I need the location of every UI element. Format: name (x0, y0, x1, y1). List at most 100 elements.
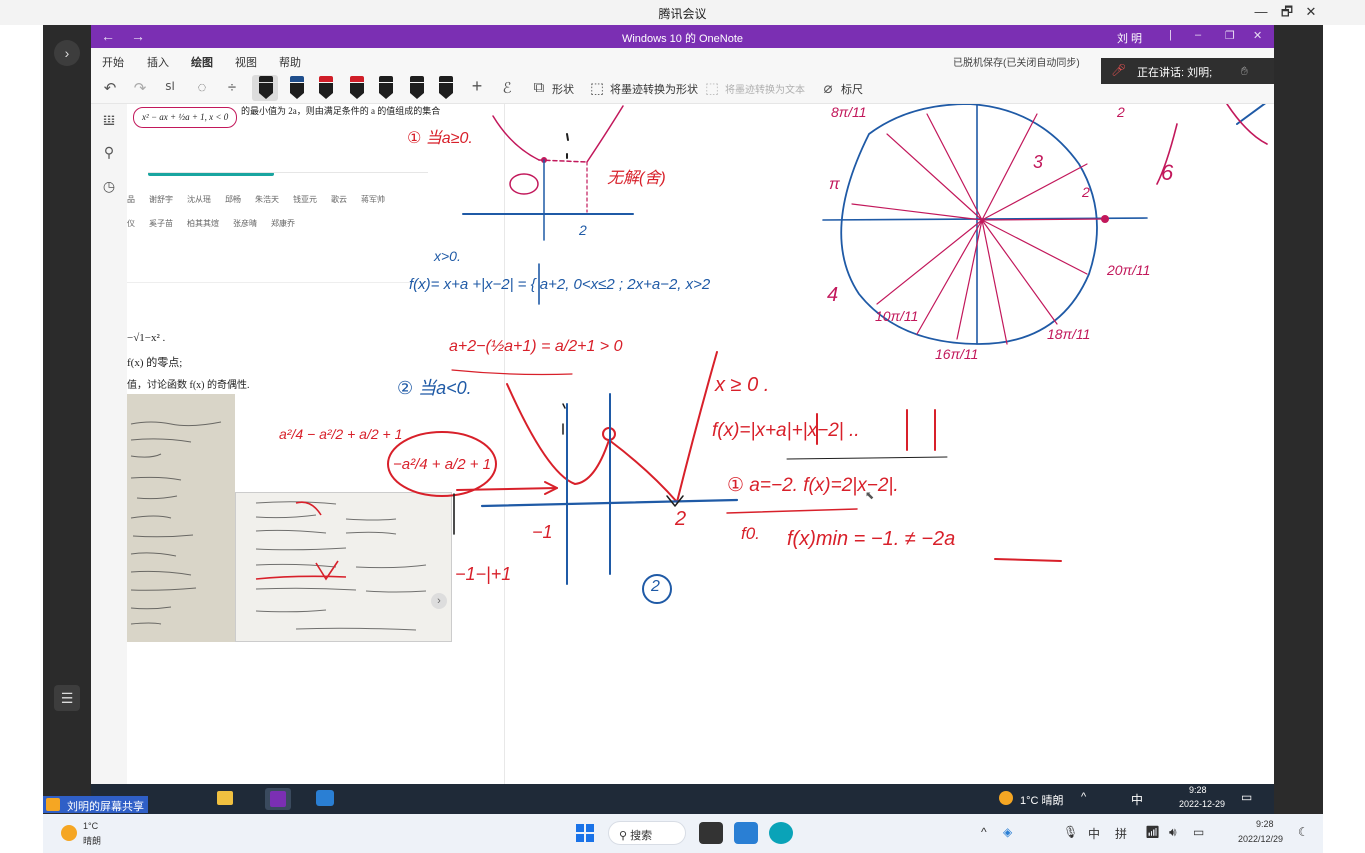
circle-label: 16π/11 (935, 346, 979, 362)
ink-f0: f0. (741, 524, 760, 543)
meeting-title: 腾讯会议 (658, 7, 707, 21)
active-speaker-banner: 🎤︎ 正在讲话: 刘明; ✋︎ (1101, 58, 1274, 84)
inner-ime[interactable]: 中 (1131, 791, 1143, 808)
tray-chevron-icon[interactable]: ^ (981, 825, 987, 839)
pen-tool-6[interactable] (410, 76, 424, 99)
ink-to-shape-icon[interactable]: ⬚ (588, 79, 606, 97)
close-button[interactable]: ✕ (1302, 4, 1320, 20)
meeting-app-icon[interactable] (316, 790, 334, 806)
tray-mic-icon[interactable]: 🎙︎ (1063, 825, 1078, 839)
meeting-app-icon[interactable] (734, 822, 758, 844)
circle-label: 18π/11 (1047, 326, 1091, 342)
shapes-icon[interactable]: ⧉ (530, 79, 548, 96)
onenote-taskbar-button[interactable] (265, 788, 291, 810)
ruler-label[interactable]: 标尺 (841, 81, 863, 97)
ink-f-min: f(x)min = −1. ≠ −2a (787, 528, 956, 550)
clock-date[interactable]: 2022/12/29 (1238, 834, 1283, 844)
circle-label: 2 (1082, 184, 1090, 200)
undo-icon[interactable]: ↶ (101, 79, 119, 97)
meeting-titlebar: 腾讯会议 — 🗗 ✕ (0, 0, 1365, 25)
pen-tool-7[interactable] (439, 76, 453, 99)
add-pen-icon[interactable]: + (468, 76, 486, 97)
ime-pinyin[interactable]: 拼 (1115, 825, 1127, 842)
ink-a2-expression: a²/4 − a²/2 + a/2 + 1 (279, 426, 403, 442)
search-icon: ⚲ (619, 830, 631, 842)
ink-two-top: 2 (579, 222, 587, 238)
circle-label: 20π/11 (1107, 262, 1151, 278)
edge-icon[interactable] (769, 822, 793, 844)
sync-status: 已脱机保存(已关闭自动同步) (953, 58, 1080, 69)
redo-icon[interactable]: ↷ (131, 79, 149, 97)
file-explorer-icon[interactable] (217, 791, 233, 805)
inner-date: 2022-12-29 (1179, 799, 1226, 809)
ink-small: −1−|+1 (455, 564, 512, 584)
ink-case-2: ② 当a<0. (397, 378, 472, 398)
start-icon[interactable] (576, 824, 594, 842)
minimize-button[interactable]: — (1252, 4, 1270, 20)
pen-tool-5[interactable] (379, 76, 393, 99)
ink-neg-one: −1 (532, 522, 553, 542)
pen-tool-1[interactable] (259, 76, 273, 99)
ruler-icon[interactable]: ⌀ (819, 79, 837, 97)
search-icon[interactable]: ⚲ (100, 144, 118, 161)
task-view-icon[interactable] (699, 822, 723, 844)
notification-icon[interactable]: ☾ (1298, 825, 1309, 839)
page-canvas[interactable]: x² − ax + ½a + 1, x < 0 的最小值为 2a，则由满足条件的… (127, 104, 1274, 784)
meeting-side-panel-left: › ☰ (43, 25, 91, 814)
cursor-icon: ⬉ (865, 490, 875, 502)
arrow-label: 2 (1117, 104, 1125, 120)
screen-margin-left (0, 25, 43, 853)
tray-chevron-icon[interactable]: ^ (1081, 791, 1086, 803)
ink-circled-expression: −a²/4 + a/2 + 1 (393, 456, 491, 473)
ink-to-text-icon: ⬚ (704, 80, 720, 97)
tab-view[interactable]: 视图 (235, 54, 257, 70)
ink-layer (387, 104, 1268, 604)
onenote-close-icon[interactable]: ✕ (1253, 29, 1262, 42)
onenote-window-title: Windows 10 的 OneNote (621, 33, 744, 45)
circle-label: 8π/11 (831, 104, 867, 120)
user-name[interactable]: 刘 明 (1117, 30, 1142, 46)
ime-zh[interactable]: 中 (1088, 825, 1100, 842)
wifi-icon[interactable]: 📶︎ (1145, 825, 1160, 839)
tab-insert[interactable]: 插入 (147, 54, 169, 70)
pen-tool-2[interactable] (290, 76, 304, 99)
ink-f-abs: f(x)=|x+a|+|x−2| .. (712, 420, 860, 441)
tray-app-icon[interactable]: ◈ (1003, 825, 1012, 839)
circle-label: 10π/11 (875, 308, 919, 324)
volume-icon[interactable]: 🔊︎ (1169, 825, 1177, 840)
recent-icon[interactable]: ◷ (100, 178, 118, 195)
weather-temp: 1°C (83, 821, 99, 831)
pen-tool-4[interactable] (350, 76, 364, 99)
ink-to-shape-label[interactable]: 将墨迹转换为形状 (610, 81, 698, 97)
clock-time[interactable]: 9:28 (1256, 819, 1274, 829)
inner-time: 9:28 (1189, 785, 1207, 795)
ink-circled-two: 2 (651, 578, 660, 595)
shapes-label[interactable]: 形状 (552, 81, 574, 97)
taskbar-search[interactable]: ⚲ 搜索 (608, 821, 686, 845)
windows-taskbar: 1°C 晴朗 ⚲ 搜索 ^ ◈ 🎙︎ 中 拼 📶︎ 🔊︎ ▭ 9:28 2022… (43, 814, 1323, 853)
onenote-minimize-icon[interactable]: – (1195, 29, 1201, 41)
lasso-select-icon[interactable]: ◌ (193, 79, 211, 96)
weather-sun-icon (999, 791, 1013, 805)
list-menu-icon[interactable]: ☰ (54, 685, 80, 711)
weather-sun-icon[interactable] (61, 825, 77, 841)
tab-help[interactable]: 帮助 (279, 54, 301, 70)
pen-tool-3[interactable] (319, 76, 333, 99)
mic-icon: 🎤︎ (1111, 63, 1127, 77)
onenote-titlebar: ← → Windows 10 的 OneNote 刘 明 | – ❐ ✕ (91, 25, 1274, 48)
expand-panel-icon[interactable]: › (54, 40, 80, 66)
circle-label: 6 (1161, 160, 1174, 185)
circle-label: 4 (827, 284, 839, 306)
battery-icon[interactable]: ▭ (1193, 825, 1204, 839)
notification-icon[interactable]: ▭ (1241, 790, 1252, 804)
screen-margin-right (1323, 25, 1365, 853)
type-select-icon[interactable]: ꜱI (161, 79, 179, 93)
restore-button[interactable]: 🗗 (1278, 4, 1296, 20)
notebooks-icon[interactable]: 𝍔 (100, 112, 118, 129)
insert-space-icon[interactable]: ÷ (223, 79, 241, 96)
ink-to-text-label: 将墨迹转换为文本 (725, 85, 805, 96)
onenote-maximize-icon[interactable]: ❐ (1225, 29, 1235, 42)
ink-f-definition: f(x)= x+a +|x−2| = { a+2, 0<x≤2 ; 2x+a−2… (409, 276, 711, 293)
tab-home[interactable]: 开始 (102, 54, 124, 70)
ink-replay-icon[interactable]: ℰ (498, 79, 516, 97)
